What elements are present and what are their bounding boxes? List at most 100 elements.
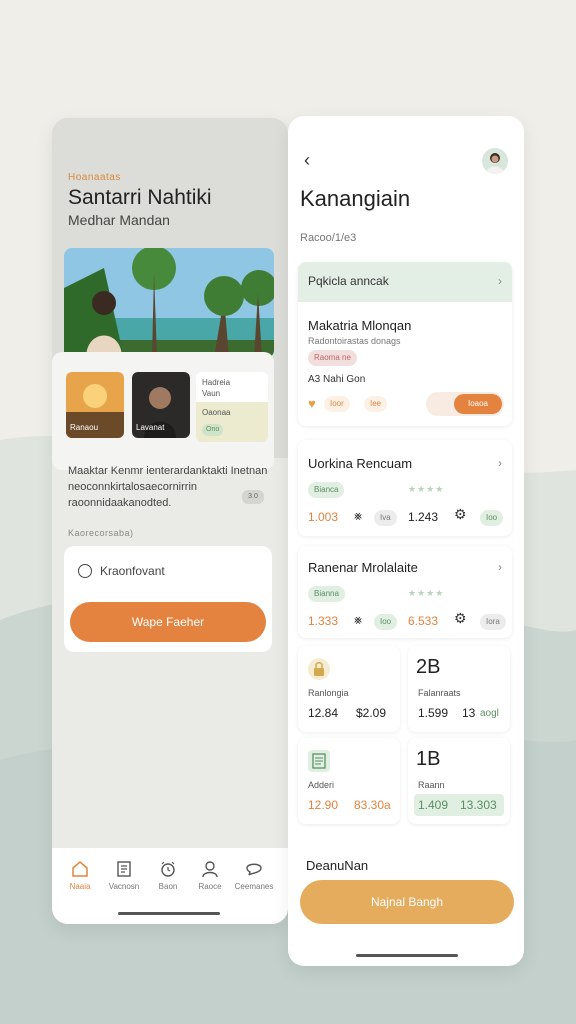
primary-cta-button[interactable]: Najnal Bangh bbox=[300, 880, 514, 924]
action-chip[interactable]: Iee bbox=[364, 396, 388, 412]
home-indicator bbox=[118, 912, 220, 915]
nav-item-documents[interactable]: Vacnosn bbox=[102, 860, 146, 891]
list-icon bbox=[308, 750, 330, 772]
home-indicator bbox=[356, 954, 458, 957]
tile-value: 83.30a bbox=[354, 798, 391, 812]
tile-value: aogl bbox=[480, 708, 499, 719]
avatar[interactable] bbox=[482, 148, 508, 174]
tile-label: Raann bbox=[418, 780, 445, 790]
chat-bubble-icon bbox=[246, 863, 262, 876]
page-title: Kanangiain bbox=[300, 186, 411, 211]
tile-value: 12.90 bbox=[308, 798, 339, 812]
metric-tile[interactable]: 1B Raann 1.409 13.303 bbox=[408, 738, 510, 824]
nav-label: Ceemanes bbox=[234, 882, 274, 891]
kicker-label: Hoanaatas bbox=[68, 172, 121, 183]
stat-card[interactable]: Uorkina Rencuam › Bianca ★★★★ 1.003 ⨳ Iv… bbox=[298, 440, 512, 536]
chip[interactable]: Iva bbox=[374, 510, 397, 526]
metric-tile[interactable]: 2B Falanraats 1.599 13 aogl bbox=[408, 646, 510, 732]
stat-card[interactable]: Ranenar Mrolalaite › Bianna ★★★★ 1.333 ⨳… bbox=[298, 546, 512, 638]
page-subtitle: Racoo/1/e3 bbox=[300, 232, 357, 244]
toggle-track[interactable]: Ioaoa bbox=[426, 392, 504, 416]
thumbnail-portrait[interactable]: Lavanat bbox=[132, 372, 190, 438]
action-chip[interactable]: Ioor bbox=[324, 396, 350, 412]
tile-label: Adderi bbox=[308, 780, 335, 790]
nav-item-home[interactable]: Naaia bbox=[58, 860, 102, 891]
mini-card-line3: Oaonaa bbox=[202, 408, 231, 417]
heart-icon[interactable]: ♥ bbox=[308, 396, 316, 411]
card-title: Makatria Mlonqan bbox=[308, 318, 412, 333]
chevron-right-icon: › bbox=[498, 560, 502, 574]
card-title: Ranenar Mrolalaite bbox=[308, 560, 418, 575]
chip[interactable]: Ioo bbox=[374, 614, 398, 630]
card-header[interactable]: Pqkicla anncak › bbox=[298, 262, 512, 302]
chevron-left-icon[interactable]: ‹ bbox=[304, 150, 310, 171]
mini-card-badge: Ono bbox=[202, 424, 224, 436]
mini-card-line2: Vaun bbox=[202, 389, 221, 398]
nav-item-profile[interactable]: Raoce bbox=[188, 860, 232, 891]
stat-value: 6.533 bbox=[408, 614, 439, 628]
stat-value: 1.243 bbox=[408, 510, 439, 524]
section-label: Kaorecorsaba) bbox=[68, 528, 134, 538]
chevron-right-icon: › bbox=[498, 274, 502, 288]
toggle-thumb: Ioaoa bbox=[454, 394, 502, 414]
info-mini-card[interactable]: Hadreia Vaun Oaonaa Ono bbox=[196, 372, 268, 442]
nav-label: Vacnosn bbox=[108, 882, 140, 891]
tile-value: 13 bbox=[462, 706, 476, 720]
card-label: A3 Nahi Gon bbox=[308, 374, 366, 385]
nav-item-alarm[interactable]: Baon bbox=[146, 860, 190, 891]
stat-value: 1.333 bbox=[308, 614, 339, 628]
right-phone-screen: ‹ Kanangiain Racoo/1/e3 Pqkicla anncak ›… bbox=[288, 116, 524, 966]
tile-big-number: 1B bbox=[416, 748, 441, 770]
lock-icon bbox=[308, 658, 330, 680]
tile-value: 1.599 bbox=[418, 706, 449, 720]
radio-button[interactable] bbox=[78, 564, 92, 578]
gear-icon: ⚙ bbox=[454, 506, 467, 522]
tile-value: $2.09 bbox=[356, 706, 387, 720]
thumbnail-label: Ranaou bbox=[70, 423, 99, 432]
rating-stars: ★★★★ bbox=[408, 484, 445, 494]
page-subtitle: Medhar Mandan bbox=[68, 212, 170, 228]
tile-value: 12.84 bbox=[308, 706, 339, 720]
hero-image bbox=[64, 248, 274, 358]
home-icon bbox=[72, 861, 88, 877]
nav-label: Baon bbox=[158, 882, 178, 891]
action-panel: Kraonfovant Wape Faeher bbox=[64, 546, 272, 652]
primary-button[interactable]: Wape Faeher bbox=[70, 602, 266, 642]
tile-value: 13.303 bbox=[460, 798, 497, 812]
chip[interactable]: Iora bbox=[480, 614, 506, 630]
thumbnail-label: Lavanat bbox=[136, 423, 165, 432]
metric-tile[interactable]: Adderi 12.90 83.30a bbox=[298, 738, 400, 824]
thumbnail-sunset[interactable]: Ranaou bbox=[66, 372, 124, 438]
alarm-clock-icon bbox=[161, 861, 175, 877]
metric-tile[interactable]: Ranlongia 12.84 $2.09 bbox=[298, 646, 400, 732]
section-title: DeanuNan bbox=[306, 858, 369, 873]
left-phone-screen: Hoanaatas Santarri Nahtiki Medhar Mandan bbox=[52, 118, 288, 924]
bottom-navigation: Naaia Vacnosn Baon Raoce Ceemanes bbox=[52, 848, 288, 924]
card-header-label: Pqkicla anncak bbox=[308, 274, 389, 288]
description-badge: 3.0 bbox=[242, 490, 264, 504]
tile-label: Falanraats bbox=[418, 688, 461, 698]
gear-icon: ⚙ bbox=[454, 610, 467, 626]
nav-item-messages[interactable]: Ceemanes bbox=[232, 860, 276, 891]
status-badge: Bianca bbox=[308, 482, 345, 498]
balance-icon: ⨳ bbox=[354, 508, 363, 523]
mini-card-line1: Hadreia bbox=[202, 378, 231, 387]
tile-big-number: 2B bbox=[416, 656, 441, 678]
description-text: Maaktar Kenmr ienterardanktakti Inetnan … bbox=[68, 465, 268, 509]
balance-icon: ⨳ bbox=[354, 612, 363, 627]
featured-card[interactable]: Pqkicla anncak › Makatria Mlonqan Radont… bbox=[298, 262, 512, 426]
tile-value: 1.409 bbox=[418, 798, 449, 812]
chevron-right-icon: › bbox=[498, 456, 502, 470]
status-badge: Bianna bbox=[308, 586, 345, 602]
nav-label: Naaia bbox=[69, 882, 91, 891]
nav-label: Raoce bbox=[198, 882, 222, 891]
rating-stars: ★★★★ bbox=[408, 588, 445, 598]
document-icon bbox=[117, 861, 131, 877]
page-title: Santarri Nahtiki bbox=[68, 186, 212, 209]
gallery-card: Ranaou Lavanat Hadreia Vaun Oaonaa Ono bbox=[52, 352, 274, 470]
status-badge: Raoma ne bbox=[308, 350, 357, 366]
user-icon bbox=[202, 861, 218, 878]
tile-label: Ranlongia bbox=[308, 688, 349, 698]
chip[interactable]: Ioo bbox=[480, 510, 504, 526]
option-label: Kraonfovant bbox=[100, 564, 165, 578]
